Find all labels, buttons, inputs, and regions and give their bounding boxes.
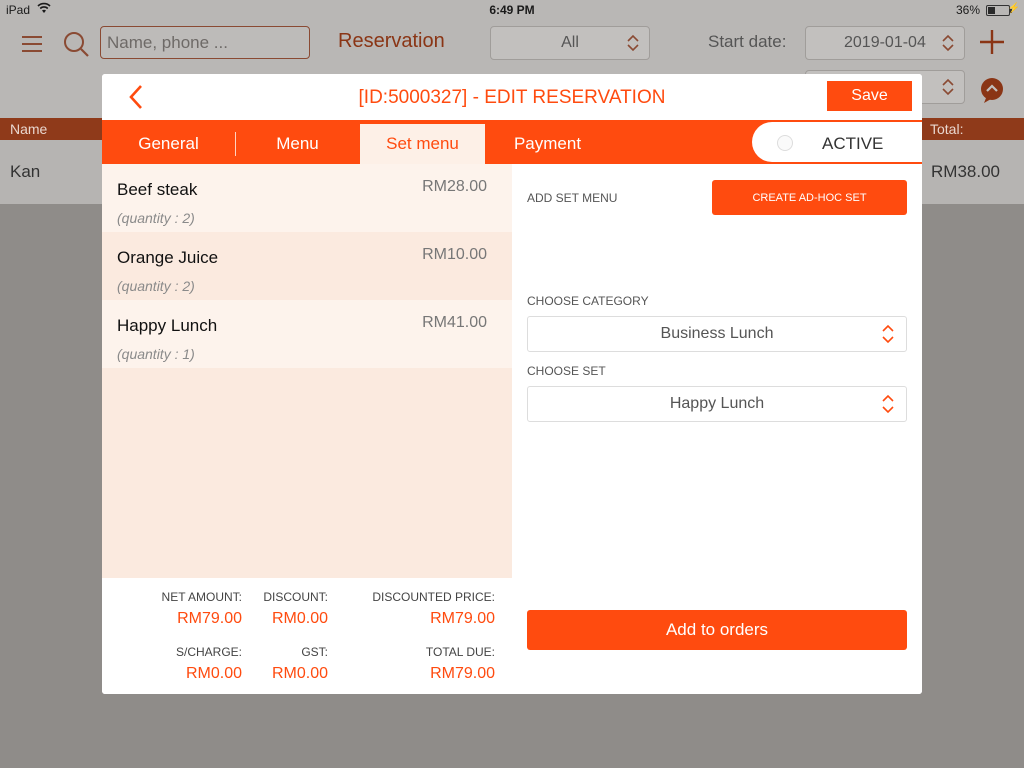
discount-block: DISCOUNT: RM0.00	[188, 590, 328, 628]
category-select-value: Business Lunch	[660, 325, 774, 342]
totals-summary: NET AMOUNT: RM79.00 DISCOUNT: RM0.00 DIS…	[102, 578, 512, 694]
page-title: Reservation	[338, 30, 445, 52]
status-filter-value: All	[561, 34, 579, 51]
chevron-up-down-icon	[882, 324, 894, 344]
list-item[interactable]: Orange Juice RM10.00 (quantity : 2)	[102, 232, 512, 300]
item-quantity: (quantity : 2)	[117, 210, 195, 226]
gst-block: GST: RM0.00	[188, 645, 328, 683]
chevron-up-down-icon	[942, 78, 954, 96]
item-name: Happy Lunch	[117, 316, 218, 335]
choose-category-label: CHOOSE CATEGORY	[527, 294, 649, 308]
gst-value: RM0.00	[271, 665, 328, 682]
ordered-set-list: Beef steak RM28.00 (quantity : 2) Orange…	[102, 164, 512, 578]
row-name: Kan	[10, 162, 41, 181]
tab-set-menu[interactable]: Set menu	[360, 124, 485, 164]
total-due-block: TOTAL DUE: RM79.00	[355, 645, 495, 683]
choose-set-label: CHOOSE SET	[527, 364, 606, 378]
start-date-label: Start date:	[708, 32, 787, 51]
start-date-value: 2019-01-04	[844, 34, 926, 51]
add-set-menu-label: ADD SET MENU	[527, 191, 618, 205]
active-toggle[interactable]: ACTIVE	[752, 122, 922, 162]
discounted-price-value: RM79.00	[430, 610, 495, 627]
item-name: Orange Juice	[117, 248, 219, 267]
tab-general[interactable]: General	[102, 124, 235, 164]
row-total: RM38.00	[931, 162, 1000, 181]
item-quantity: (quantity : 1)	[117, 346, 195, 362]
plus-icon[interactable]	[978, 28, 1006, 56]
save-button[interactable]: Save	[827, 81, 912, 111]
total-due-value: RM79.00	[430, 665, 495, 682]
discount-label: DISCOUNT:	[263, 590, 328, 604]
start-date-select[interactable]: 2019-01-04	[805, 26, 965, 60]
charging-icon: ⚡	[1007, 3, 1020, 14]
discounted-price-label: DISCOUNTED PRICE:	[372, 590, 495, 604]
discount-value: RM0.00	[271, 610, 328, 627]
item-quantity: (quantity : 2)	[117, 278, 195, 294]
chevron-up-down-icon	[882, 394, 894, 414]
total-due-label: TOTAL DUE:	[425, 645, 495, 659]
tab-payment[interactable]: Payment	[485, 124, 610, 164]
discounted-price-block: DISCOUNTED PRICE: RM79.00	[355, 590, 495, 628]
add-to-orders-button[interactable]: Add to orders	[527, 610, 907, 650]
tab-bar: General Menu Set menu Payment ACTIVE	[102, 120, 922, 164]
list-item[interactable]: Happy Lunch RM41.00 (quantity : 1)	[102, 300, 512, 368]
search-input[interactable]	[100, 26, 310, 59]
gst-label: GST:	[301, 645, 328, 659]
hamburger-menu-icon[interactable]	[22, 36, 42, 52]
battery-percent: 36%	[955, 3, 980, 17]
set-menu-panel: ADD SET MENU CREATE AD-HOC SET CHOOSE CA…	[512, 164, 922, 694]
item-price: RM41.00	[422, 314, 487, 331]
status-filter-select[interactable]: All	[490, 26, 650, 60]
chevron-up-down-icon	[942, 34, 954, 52]
battery-icon	[986, 5, 1012, 16]
active-toggle-label: ACTIVE	[822, 134, 884, 153]
tab-menu[interactable]: Menu	[235, 124, 360, 164]
set-select[interactable]: Happy Lunch	[527, 386, 907, 422]
category-select[interactable]: Business Lunch	[527, 316, 907, 352]
list-item[interactable]: Beef steak RM28.00 (quantity : 2)	[102, 164, 512, 232]
chat-bubble-icon[interactable]	[978, 76, 1006, 104]
item-price: RM10.00	[422, 246, 487, 263]
item-name: Beef steak	[117, 180, 198, 199]
modal-header: [ID:5000327] - EDIT RESERVATION Save	[102, 74, 922, 120]
search-icon[interactable]	[62, 30, 90, 58]
column-header-name: Name	[10, 121, 48, 137]
toggle-knob	[777, 135, 793, 151]
chevron-up-down-icon	[627, 34, 639, 52]
column-header-total: Total:	[930, 121, 964, 137]
edit-reservation-modal: [ID:5000327] - EDIT RESERVATION Save Gen…	[102, 74, 922, 694]
item-price: RM28.00	[422, 178, 487, 195]
modal-title: [ID:5000327] - EDIT RESERVATION	[358, 87, 666, 108]
clock: 6:49 PM	[489, 3, 535, 17]
set-select-value: Happy Lunch	[669, 395, 765, 412]
create-adhoc-set-button[interactable]: CREATE AD-HOC SET	[712, 180, 907, 215]
status-bar: iPad 6:49 PM 36% ⚡	[0, 0, 1024, 20]
